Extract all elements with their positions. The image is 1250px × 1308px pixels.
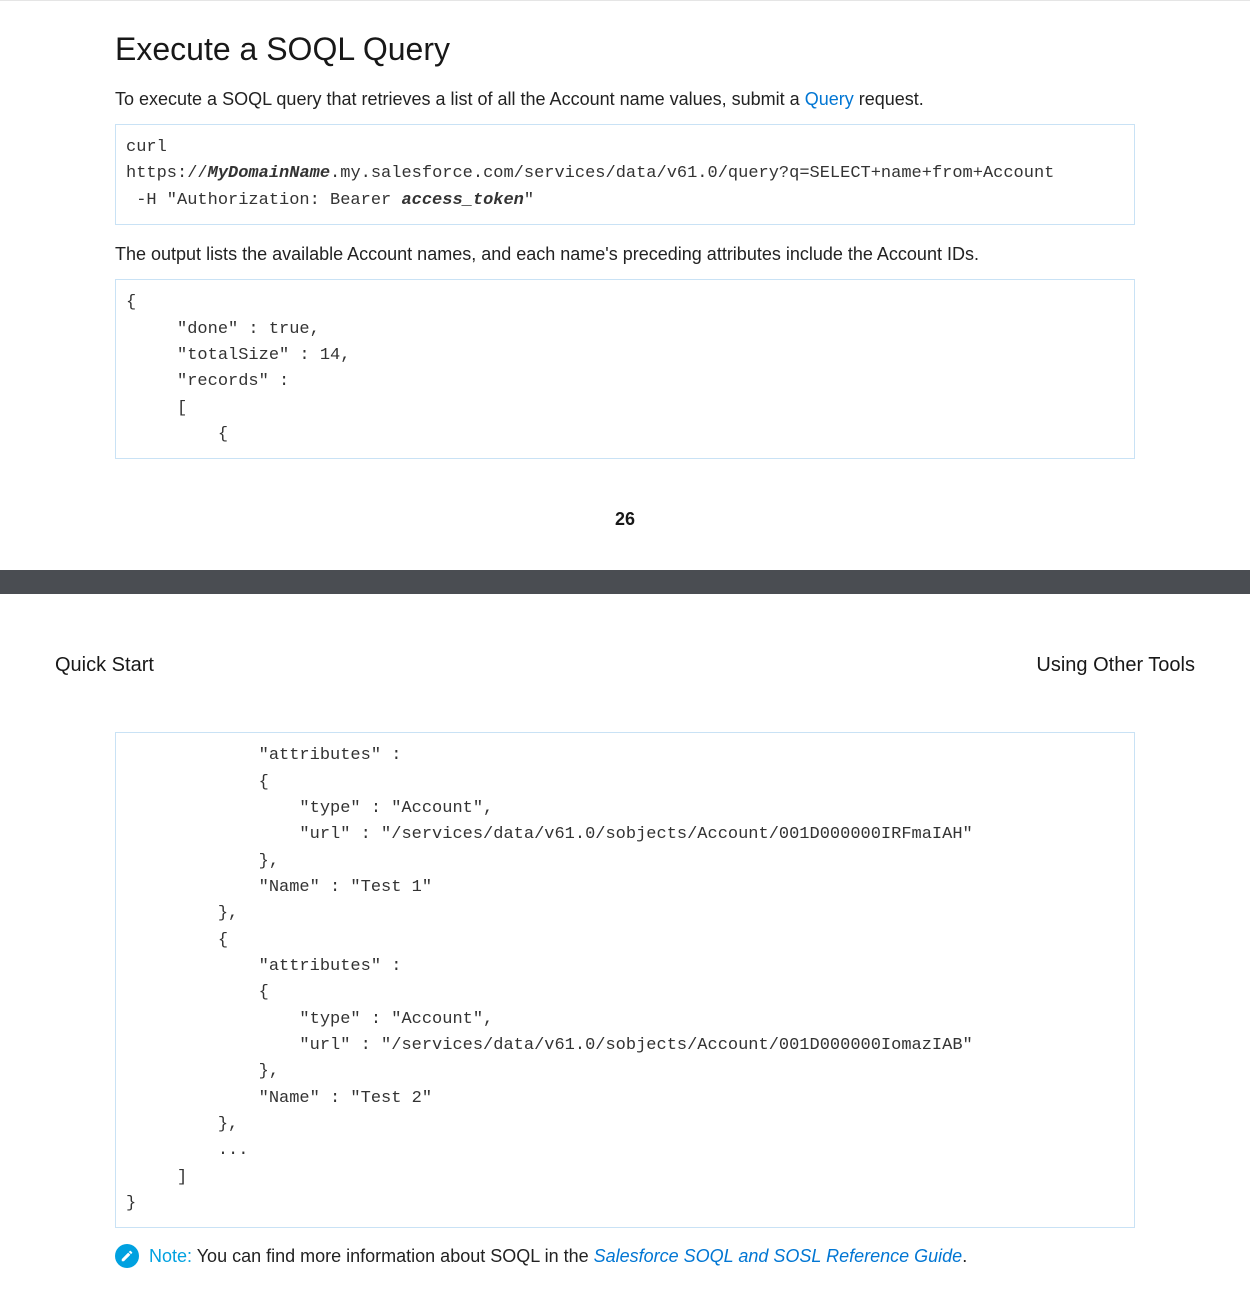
code-text: -H "Authorization: Bearer bbox=[126, 191, 401, 210]
page-number: 26 bbox=[115, 509, 1135, 530]
page-1: Execute a SOQL Query To execute a SOQL q… bbox=[0, 0, 1250, 570]
page-2: Quick Start Using Other Tools "attribute… bbox=[0, 594, 1250, 1308]
note-text-b: . bbox=[962, 1246, 967, 1266]
section-title: Execute a SOQL Query bbox=[115, 31, 1135, 68]
running-header: Quick Start Using Other Tools bbox=[55, 654, 1195, 677]
note-callout: Note: You can find more information abou… bbox=[115, 1244, 1135, 1268]
query-link[interactable]: Query bbox=[805, 89, 854, 109]
note-body: Note: You can find more information abou… bbox=[149, 1246, 967, 1267]
header-right: Using Other Tools bbox=[1036, 654, 1195, 677]
code-text: https:// bbox=[126, 164, 208, 183]
note-icon bbox=[115, 1244, 139, 1268]
code-text: " bbox=[524, 191, 534, 210]
header-left: Quick Start bbox=[55, 654, 154, 677]
note-label: Note: bbox=[149, 1246, 192, 1266]
intro-text-prefix: To execute a SOQL query that retrieves a… bbox=[115, 89, 805, 109]
curl-code-block: curl https://MyDomainName.my.salesforce.… bbox=[115, 124, 1135, 225]
code-domain-placeholder: MyDomainName bbox=[208, 164, 330, 183]
intro-paragraph: To execute a SOQL query that retrieves a… bbox=[115, 86, 1135, 112]
page-2-content: "attributes" : { "type" : "Account", "ur… bbox=[55, 732, 1195, 1268]
page-separator bbox=[0, 570, 1250, 594]
note-text-a: You can find more information about SOQL… bbox=[192, 1246, 594, 1266]
code-text: .my.salesforce.com/services/data/v61.0/q… bbox=[330, 164, 1054, 183]
json-output-block-1: { "done" : true, "totalSize" : 14, "reco… bbox=[115, 279, 1135, 459]
code-text: curl bbox=[126, 138, 167, 157]
json-output-block-2: "attributes" : { "type" : "Account", "ur… bbox=[115, 732, 1135, 1228]
reference-guide-link[interactable]: Salesforce SOQL and SOSL Reference Guide bbox=[594, 1246, 963, 1266]
code-token-placeholder: access_token bbox=[401, 191, 523, 210]
intro-text-suffix: request. bbox=[854, 89, 924, 109]
output-description: The output lists the available Account n… bbox=[115, 241, 1135, 267]
